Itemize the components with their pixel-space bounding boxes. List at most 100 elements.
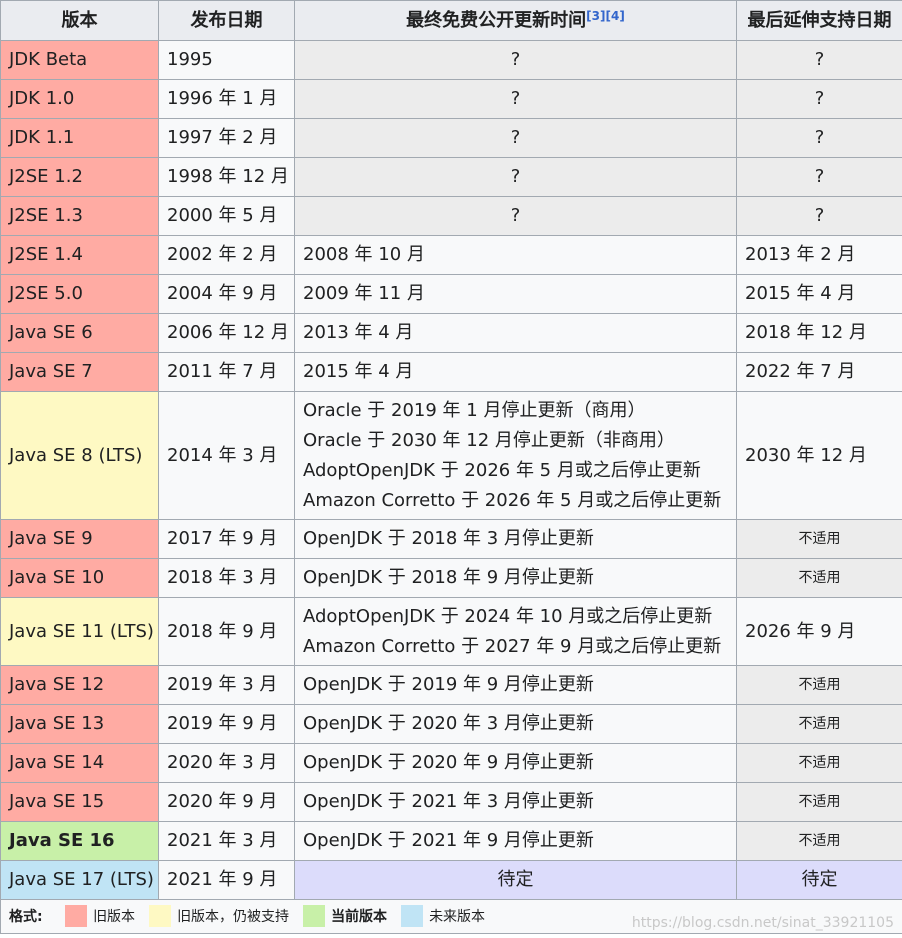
legend-label: 旧版本 <box>93 909 135 925</box>
last-update-line: Amazon Corretto 于 2026 年 5 月或之后停止更新 <box>303 486 728 516</box>
release-date-cell: 1996 年 1 月 <box>159 80 295 119</box>
legend-label: 当前版本 <box>331 909 387 925</box>
extended-support-cell: 不适用 <box>737 666 902 705</box>
version-cell: Java SE 8 (LTS) <box>1 392 159 520</box>
legend-item: 旧版本，仍被支持 <box>149 909 289 925</box>
last-update-line: OpenJDK 于 2020 年 3 月停止更新 <box>303 709 728 739</box>
table-row: JDK 1.01996 年 1 月?? <box>1 80 902 119</box>
version-cell: Java SE 17 (LTS) <box>1 861 159 900</box>
ref-3-sup: [3] <box>586 9 605 23</box>
extended-support-cell: 2030 年 12 月 <box>737 392 902 520</box>
last-update-cell: ? <box>295 41 737 80</box>
version-cell: Java SE 12 <box>1 666 159 705</box>
extended-support-cell: ? <box>737 197 902 236</box>
last-update-line: OpenJDK 于 2018 年 3 月停止更新 <box>303 524 728 554</box>
last-update-cell: 2008 年 10 月 <box>295 236 737 275</box>
version-cell: Java SE 13 <box>1 705 159 744</box>
release-date-cell: 1997 年 2 月 <box>159 119 295 158</box>
legend-swatch <box>149 905 171 927</box>
extended-support-cell: 2018 年 12 月 <box>737 314 902 353</box>
version-cell: Java SE 10 <box>1 559 159 598</box>
version-cell: J2SE 1.3 <box>1 197 159 236</box>
last-update-line: AdoptOpenJDK 于 2024 年 10 月或之后停止更新 <box>303 602 728 632</box>
last-update-line: ? <box>303 123 728 153</box>
legend-item: 未来版本 <box>401 909 485 925</box>
release-date-cell: 2018 年 9 月 <box>159 598 295 666</box>
table-row: JDK 1.11997 年 2 月?? <box>1 119 902 158</box>
legend-item: 当前版本 <box>303 909 387 925</box>
version-cell: Java SE 7 <box>1 353 159 392</box>
version-cell: J2SE 1.2 <box>1 158 159 197</box>
release-date-cell: 2017 年 9 月 <box>159 520 295 559</box>
version-cell: Java SE 11 (LTS) <box>1 598 159 666</box>
table-row: J2SE 5.02004 年 9 月2009 年 11 月2015 年 4 月 <box>1 275 902 314</box>
table-row: J2SE 1.21998 年 12 月?? <box>1 158 902 197</box>
release-date-cell: 1998 年 12 月 <box>159 158 295 197</box>
table-row: Java SE 92017 年 9 月OpenJDK 于 2018 年 3 月停… <box>1 520 902 559</box>
last-update-line: OpenJDK 于 2021 年 9 月停止更新 <box>303 826 728 856</box>
legend-cell: 格式: 旧版本旧版本，仍被支持当前版本未来版本 https://blog.csd… <box>1 900 902 934</box>
table-row: J2SE 1.32000 年 5 月?? <box>1 197 902 236</box>
last-update-line: Oracle 于 2019 年 1 月停止更新（商用） <box>303 396 728 426</box>
release-date-cell: 2020 年 9 月 <box>159 783 295 822</box>
release-date-cell: 1995 <box>159 41 295 80</box>
release-date-cell: 2021 年 9 月 <box>159 861 295 900</box>
release-date-cell: 2019 年 3 月 <box>159 666 295 705</box>
ref-4-link[interactable]: [4] <box>606 9 625 23</box>
last-update-cell: ? <box>295 197 737 236</box>
last-update-cell: OpenJDK 于 2018 年 3 月停止更新 <box>295 520 737 559</box>
last-update-line: 2008 年 10 月 <box>303 240 728 270</box>
extended-support-cell: ? <box>737 41 902 80</box>
extended-support-cell: 不适用 <box>737 520 902 559</box>
release-date-cell: 2020 年 3 月 <box>159 744 295 783</box>
legend-row: 格式: 旧版本旧版本，仍被支持当前版本未来版本 https://blog.csd… <box>1 900 902 934</box>
version-cell: JDK 1.1 <box>1 119 159 158</box>
version-cell: JDK Beta <box>1 41 159 80</box>
last-update-cell: OpenJDK 于 2020 年 9 月停止更新 <box>295 744 737 783</box>
last-update-line: 2009 年 11 月 <box>303 279 728 309</box>
last-update-line: ? <box>303 45 728 75</box>
extended-support-cell: 不适用 <box>737 559 902 598</box>
last-update-line: Oracle 于 2030 年 12 月停止更新（非商用） <box>303 426 728 456</box>
header-last-public-update-label: 最终免费公开更新时间 <box>406 10 586 31</box>
legend-swatch <box>401 905 423 927</box>
last-update-line: ? <box>303 162 728 192</box>
last-update-cell: OpenJDK 于 2021 年 3 月停止更新 <box>295 783 737 822</box>
extended-support-cell: 不适用 <box>737 744 902 783</box>
version-cell: Java SE 14 <box>1 744 159 783</box>
ref-3-link[interactable]: [3] <box>586 9 605 23</box>
header-row: 版本 发布日期 最终免费公开更新时间[3][4] 最后延伸支持日期 <box>1 1 902 41</box>
legend-label: 旧版本，仍被支持 <box>177 909 289 925</box>
extended-support-cell: ? <box>737 80 902 119</box>
last-update-line: ? <box>303 84 728 114</box>
last-update-line: 2015 年 4 月 <box>303 357 728 387</box>
extended-support-cell: 2015 年 4 月 <box>737 275 902 314</box>
legend-swatch <box>65 905 87 927</box>
table-row: Java SE 72011 年 7 月 2015 年 4 月 2022 年 7 月 <box>1 353 902 392</box>
table-row: Java SE 132019 年 9 月OpenJDK 于 2020 年 3 月… <box>1 705 902 744</box>
release-date-cell: 2002 年 2 月 <box>159 236 295 275</box>
last-update-line: OpenJDK 于 2019 年 9 月停止更新 <box>303 670 728 700</box>
last-update-cell: ? <box>295 119 737 158</box>
ref-4-sup: [4] <box>606 9 625 23</box>
extended-support-cell: 2022 年 7 月 <box>737 353 902 392</box>
last-update-line: 2013 年 4 月 <box>303 318 728 348</box>
last-update-line: OpenJDK 于 2018 年 9 月停止更新 <box>303 563 728 593</box>
table-row: Java SE 17 (LTS)2021 年 9 月待定待定 <box>1 861 902 900</box>
release-date-cell: 2011 年 7 月 <box>159 353 295 392</box>
extended-support-cell: ? <box>737 158 902 197</box>
extended-support-cell: 不适用 <box>737 705 902 744</box>
version-cell: Java SE 6 <box>1 314 159 353</box>
header-release-date: 发布日期 <box>159 1 295 41</box>
legend-item: 旧版本 <box>65 909 135 925</box>
last-update-line: ? <box>303 201 728 231</box>
header-version: 版本 <box>1 1 159 41</box>
version-cell: Java SE 16 <box>1 822 159 861</box>
extended-support-cell: 2013 年 2 月 <box>737 236 902 275</box>
last-update-cell: OpenJDK 于 2018 年 9 月停止更新 <box>295 559 737 598</box>
version-cell: J2SE 5.0 <box>1 275 159 314</box>
legend-title: 格式: <box>9 909 43 925</box>
table-row: Java SE 162021 年 3 月OpenJDK 于 2021 年 9 月… <box>1 822 902 861</box>
extended-support-cell: 2026 年 9 月 <box>737 598 902 666</box>
last-update-cell: 2009 年 11 月 <box>295 275 737 314</box>
